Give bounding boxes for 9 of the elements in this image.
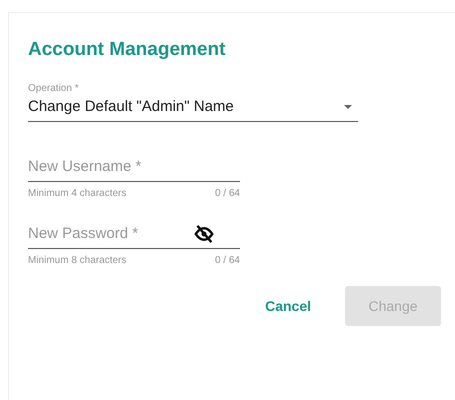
- hint-text: Minimum 4 characters: [28, 188, 126, 199]
- dialog-title: Account Management: [28, 39, 226, 61]
- visibility-off-icon[interactable]: [194, 224, 214, 242]
- hint-text: Minimum 8 characters: [28, 255, 126, 266]
- character-counter: 0 / 64: [214, 255, 240, 266]
- operation-select[interactable]: Operation * Change Default "Admin" Name: [28, 83, 358, 122]
- dropdown-caret-icon: [344, 104, 352, 108]
- character-counter: 0 / 64: [214, 188, 240, 199]
- cancel-button[interactable]: Cancel: [251, 286, 325, 326]
